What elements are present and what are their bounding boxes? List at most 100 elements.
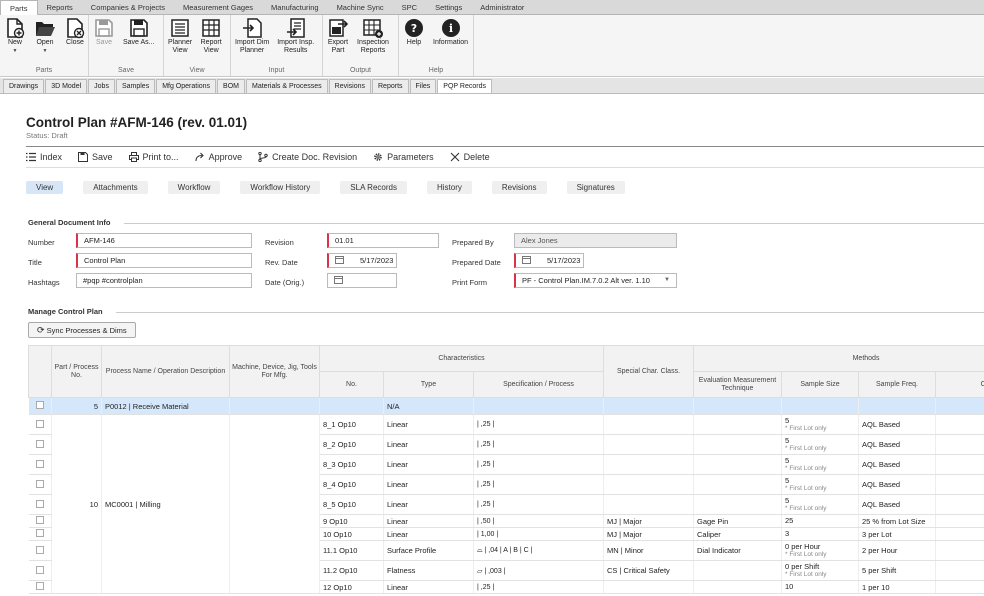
tab-pqp-records[interactable]: PQP Records (437, 79, 492, 93)
tab-materials-processes[interactable]: Materials & Processes (246, 79, 328, 93)
title-field[interactable]: Control Plan (76, 253, 252, 268)
tab-revisions[interactable]: Revisions (328, 79, 371, 93)
save-button[interactable]: Save (78, 152, 113, 162)
row-checkbox[interactable] (35, 459, 44, 468)
menu-tab-parts[interactable]: Parts (0, 0, 38, 16)
row-checkbox[interactable] (35, 419, 44, 428)
inspection-reports-button[interactable]: Inspection Reports (353, 15, 393, 65)
tab-attachments[interactable]: Attachments (83, 181, 148, 194)
tab-samples[interactable]: Samples (115, 79, 156, 93)
menu-tab-measurement-gages[interactable]: Measurement Gages (174, 0, 262, 14)
tab-files[interactable]: Files (409, 79, 437, 93)
sample-size-cell: 5 * First Lot only (781, 434, 859, 455)
import-insp-results-button[interactable]: Import Insp. Results (273, 15, 318, 65)
char-type: Linear (383, 494, 474, 515)
sample-freq: 2 per Hour (858, 540, 936, 561)
report-view-button[interactable]: Report View (196, 15, 226, 65)
tab-revisions-doc[interactable]: Revisions (491, 181, 547, 194)
row-checkbox[interactable] (35, 529, 44, 537)
save-label: Save (96, 39, 112, 46)
row-checkbox[interactable] (35, 479, 44, 488)
parameters-button[interactable]: Parameters (373, 152, 434, 162)
control-cell (935, 474, 984, 495)
import-results-icon (286, 18, 305, 38)
menu-tab-manufacturing[interactable]: Manufacturing (262, 0, 328, 14)
sync-label: Sync Processes & Dims (46, 326, 127, 335)
print-label: Print to... (142, 152, 179, 162)
char-type: Linear (383, 474, 474, 495)
approve-button[interactable]: Approve (195, 152, 242, 162)
new-button[interactable]: New ▼ (0, 15, 30, 65)
tab-bom[interactable]: BOM (217, 79, 245, 93)
tab-history[interactable]: History (426, 181, 472, 194)
information-button[interactable]: i Information (429, 15, 472, 65)
char-spec (473, 397, 604, 415)
calendar-icon[interactable] (335, 256, 344, 265)
tab-workflow-history[interactable]: Workflow History (240, 181, 321, 194)
machine-cell (229, 414, 320, 594)
print-form-select[interactable]: PF - Control Plan.IM.7.0.2 Alt ver. 1.10… (514, 273, 677, 288)
index-label: Index (40, 152, 63, 162)
close-button[interactable]: Close (60, 15, 90, 65)
tab-sla-records[interactable]: SLA Records (340, 181, 407, 194)
tab-3d-model[interactable]: 3D Model (45, 79, 88, 93)
number-field[interactable]: AFM-146 (76, 233, 252, 248)
row-checkbox[interactable] (35, 565, 44, 574)
tab-workflow[interactable]: Workflow (167, 181, 221, 194)
tab-jobs[interactable]: Jobs (88, 79, 115, 93)
row-checkbox[interactable] (35, 516, 44, 524)
row-checkbox[interactable] (35, 499, 44, 508)
tab-view[interactable]: View (26, 181, 64, 194)
row-checkbox[interactable] (35, 401, 44, 409)
save-as-label: Save As... (123, 39, 155, 46)
calendar-icon[interactable] (522, 256, 531, 265)
open-button[interactable]: Open ▼ (30, 15, 60, 65)
row-checkbox[interactable] (35, 545, 44, 554)
import-dim-planner-button[interactable]: Import Dim Planner (231, 15, 273, 65)
print-button[interactable]: Print to... (128, 152, 179, 162)
prepared-date-field[interactable]: 5/17/2023 (514, 253, 584, 268)
sample-freq: 5 per Shift (858, 560, 936, 581)
tab-signatures[interactable]: Signatures (566, 181, 625, 194)
sample-size-cell: 5 * First Lot only (781, 474, 859, 495)
eval-technique (693, 397, 782, 415)
help-button[interactable]: ? Help (399, 15, 429, 65)
menu-tab-machine-sync[interactable]: Machine Sync (328, 0, 393, 14)
table-row-group[interactable]: 5 P0012 | Receive Material N/A (28, 397, 984, 415)
save-ribbon-button[interactable]: Save (89, 15, 119, 65)
control-cell (935, 454, 984, 475)
hashtags-label: Hashtags (28, 278, 60, 287)
row-checkbox[interactable] (35, 582, 44, 590)
sync-processes-button[interactable]: ⟳ Sync Processes & Dims (28, 322, 136, 338)
close-label: Close (66, 39, 84, 46)
row-checkbox[interactable] (35, 439, 44, 448)
calendar-icon[interactable] (334, 276, 343, 285)
menu-tab-settings[interactable]: Settings (426, 0, 471, 14)
header-type: Type (383, 371, 474, 398)
menu-tab-administrator[interactable]: Administrator (471, 0, 533, 14)
eval-technique (693, 560, 782, 581)
index-button[interactable]: Index (26, 152, 62, 162)
ribbon-group-label: Parts (35, 67, 53, 74)
sample-size: 10 (785, 582, 794, 591)
delete-button[interactable]: Delete (450, 152, 490, 162)
prepared-date-label: Prepared Date (452, 258, 501, 267)
date-orig-field[interactable] (327, 273, 397, 288)
tab-reports[interactable]: Reports (372, 79, 409, 93)
table-row[interactable]: 10 MC0001 | Milling 8_1 Op10 Linear | ,25 | 5… (28, 414, 984, 594)
revision-field[interactable]: 01.01 (327, 233, 439, 248)
inspection-reports-label: Inspection (357, 39, 389, 46)
menu-tab-spc[interactable]: SPC (393, 0, 426, 14)
hashtags-field[interactable]: #pqp #controlplan (76, 273, 252, 288)
create-revision-button[interactable]: Create Doc. Revision (258, 152, 357, 162)
sample-freq: AQL Based (858, 434, 936, 455)
tab-mfg-operations[interactable]: Mfg Operations (156, 79, 217, 93)
menu-tab-companies-projects[interactable]: Companies & Projects (82, 0, 174, 14)
rev-date-field[interactable]: 5/17/2023 (327, 253, 397, 268)
planner-view-button[interactable]: Planner View (164, 15, 196, 65)
tab-drawings[interactable]: Drawings (3, 79, 45, 93)
export-part-button[interactable]: Export Part (323, 15, 353, 65)
menu-tab-reports[interactable]: Reports (38, 0, 82, 14)
save-as-button[interactable]: Save As... (119, 15, 159, 65)
control-cell (935, 494, 984, 515)
